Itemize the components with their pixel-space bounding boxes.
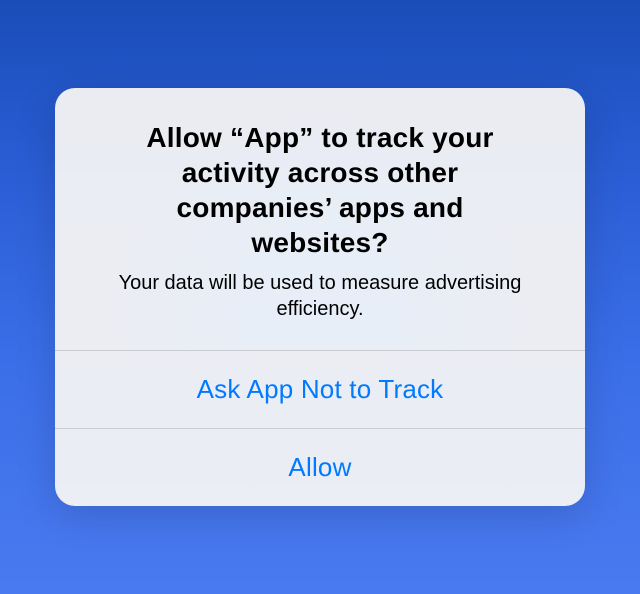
deny-button-label: Ask App Not to Track [197,374,444,405]
allow-button-label: Allow [288,452,351,483]
allow-button[interactable]: Allow [55,428,585,506]
dialog-content: Allow “App” to track your activity acros… [55,88,585,350]
tracking-permission-dialog: Allow “App” to track your activity acros… [55,88,585,506]
dialog-title: Allow “App” to track your activity acros… [85,120,555,260]
ask-not-to-track-button[interactable]: Ask App Not to Track [55,350,585,428]
dialog-message: Your data will be used to measure advert… [85,270,555,322]
